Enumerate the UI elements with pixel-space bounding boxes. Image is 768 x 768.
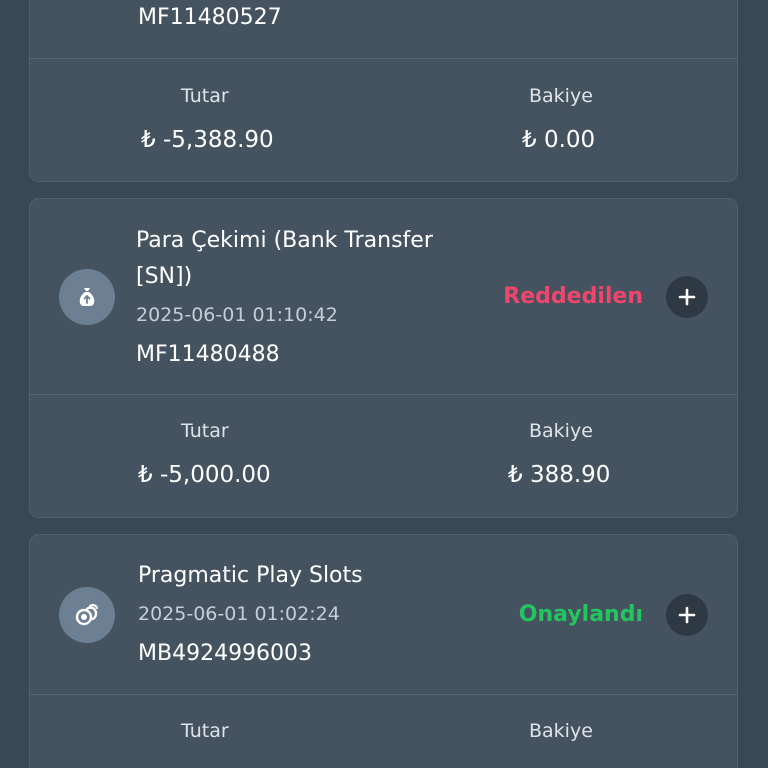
status-badge: Onaylandı	[518, 602, 643, 627]
balance-label: Bakiye	[529, 420, 593, 442]
amount-value: ₺ -5,388.90	[141, 127, 274, 153]
expand-button[interactable]	[666, 594, 708, 636]
transaction-history-list[interactable]: MF11480527 Tutar ₺ -5,388.90 Bakiye ₺ 0.…	[0, 0, 768, 768]
transaction-id: MF11480488	[136, 342, 280, 367]
transaction-summary: MF11480527	[30, 0, 737, 59]
amount-label: Tutar	[181, 85, 229, 107]
transaction-details: Tutar ₺ -5,388.90 Bakiye ₺ 0.00	[30, 59, 737, 182]
transaction-details: Tutar Bakiye	[30, 695, 737, 768]
expand-button[interactable]	[666, 276, 708, 318]
money-bag-icon	[79, 288, 95, 306]
balance-label: Bakiye	[529, 720, 593, 742]
transaction-card: Pragmatic Play Slots 2025-06-01 01:02:24…	[29, 534, 738, 768]
transaction-card: MF11480527 Tutar ₺ -5,388.90 Bakiye ₺ 0.…	[29, 0, 738, 182]
transaction-card: Para Çekimi (Bank Transfer [SN]) 2025-06…	[29, 198, 738, 518]
transaction-summary: Pragmatic Play Slots 2025-06-01 01:02:24…	[30, 535, 737, 695]
transaction-id: MF11480527	[138, 5, 282, 30]
plus-icon	[678, 288, 696, 306]
amount-label: Tutar	[181, 720, 229, 742]
transaction-title: Pragmatic Play Slots	[138, 563, 363, 588]
plus-icon	[678, 606, 696, 624]
transaction-details: Tutar ₺ -5,000.00 Bakiye ₺ 388.90	[30, 395, 737, 517]
status-badge: Reddedilen	[503, 284, 643, 309]
transaction-date: 2025-06-01 01:10:42	[136, 304, 338, 326]
transaction-title: Para Çekimi (Bank Transfer [SN])	[136, 228, 433, 289]
transaction-type-icon	[59, 269, 115, 325]
transaction-id: MB4924996003	[138, 641, 313, 666]
transaction-date: 2025-06-01 01:02:24	[138, 603, 340, 625]
coins-icon	[75, 603, 98, 626]
balance-value: ₺ 388.90	[508, 462, 611, 488]
amount-label: Tutar	[181, 420, 229, 442]
scrollbar[interactable]	[754, 0, 768, 768]
transaction-type-icon	[59, 587, 115, 643]
transaction-summary: Para Çekimi (Bank Transfer [SN]) 2025-06…	[30, 199, 737, 395]
balance-value: ₺ 0.00	[522, 127, 596, 153]
amount-value: ₺ -5,000.00	[138, 462, 271, 488]
balance-label: Bakiye	[529, 85, 593, 107]
